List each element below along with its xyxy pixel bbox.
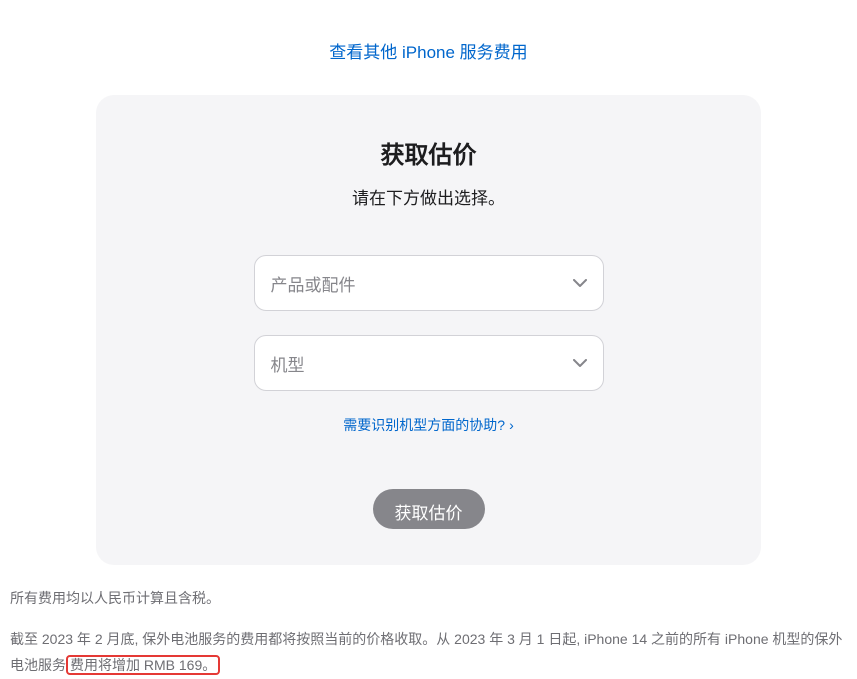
help-link-label: 需要识别机型方面的协助? [343, 415, 505, 435]
get-estimate-button[interactable]: 获取估价 [373, 489, 485, 529]
other-services-link[interactable]: 查看其他 iPhone 服务费用 [329, 43, 527, 62]
product-select-placeholder: 产品或配件 [271, 271, 356, 296]
product-select-wrap: 产品或配件 [254, 255, 604, 311]
price-increase-highlight: 费用将增加 RMB 169。 [66, 655, 220, 675]
footer-line-1: 所有费用均以人民币计算且含税。 [10, 585, 847, 612]
estimate-card: 获取估价 请在下方做出选择。 产品或配件 机型 需要识别机型方面的协助? › 获… [96, 95, 761, 565]
chevron-down-icon [573, 359, 587, 367]
model-select-wrap: 机型 [254, 335, 604, 391]
card-subtitle: 请在下方做出选择。 [146, 184, 711, 209]
top-link-container: 查看其他 iPhone 服务费用 [0, 0, 857, 83]
help-link-container: 需要识别机型方面的协助? › [146, 415, 711, 435]
footer-text: 所有费用均以人民币计算且含税。 截至 2023 年 2 月底, 保外电池服务的费… [0, 565, 857, 679]
model-help-link[interactable]: 需要识别机型方面的协助? › [343, 415, 513, 435]
model-select[interactable]: 机型 [254, 335, 604, 391]
card-title: 获取估价 [146, 135, 711, 170]
footer-line-2: 截至 2023 年 2 月底, 保外电池服务的费用都将按照当前的价格收取。从 2… [10, 626, 847, 679]
chevron-right-icon: › [509, 417, 514, 433]
chevron-down-icon [573, 279, 587, 287]
product-select[interactable]: 产品或配件 [254, 255, 604, 311]
model-select-placeholder: 机型 [271, 351, 305, 376]
